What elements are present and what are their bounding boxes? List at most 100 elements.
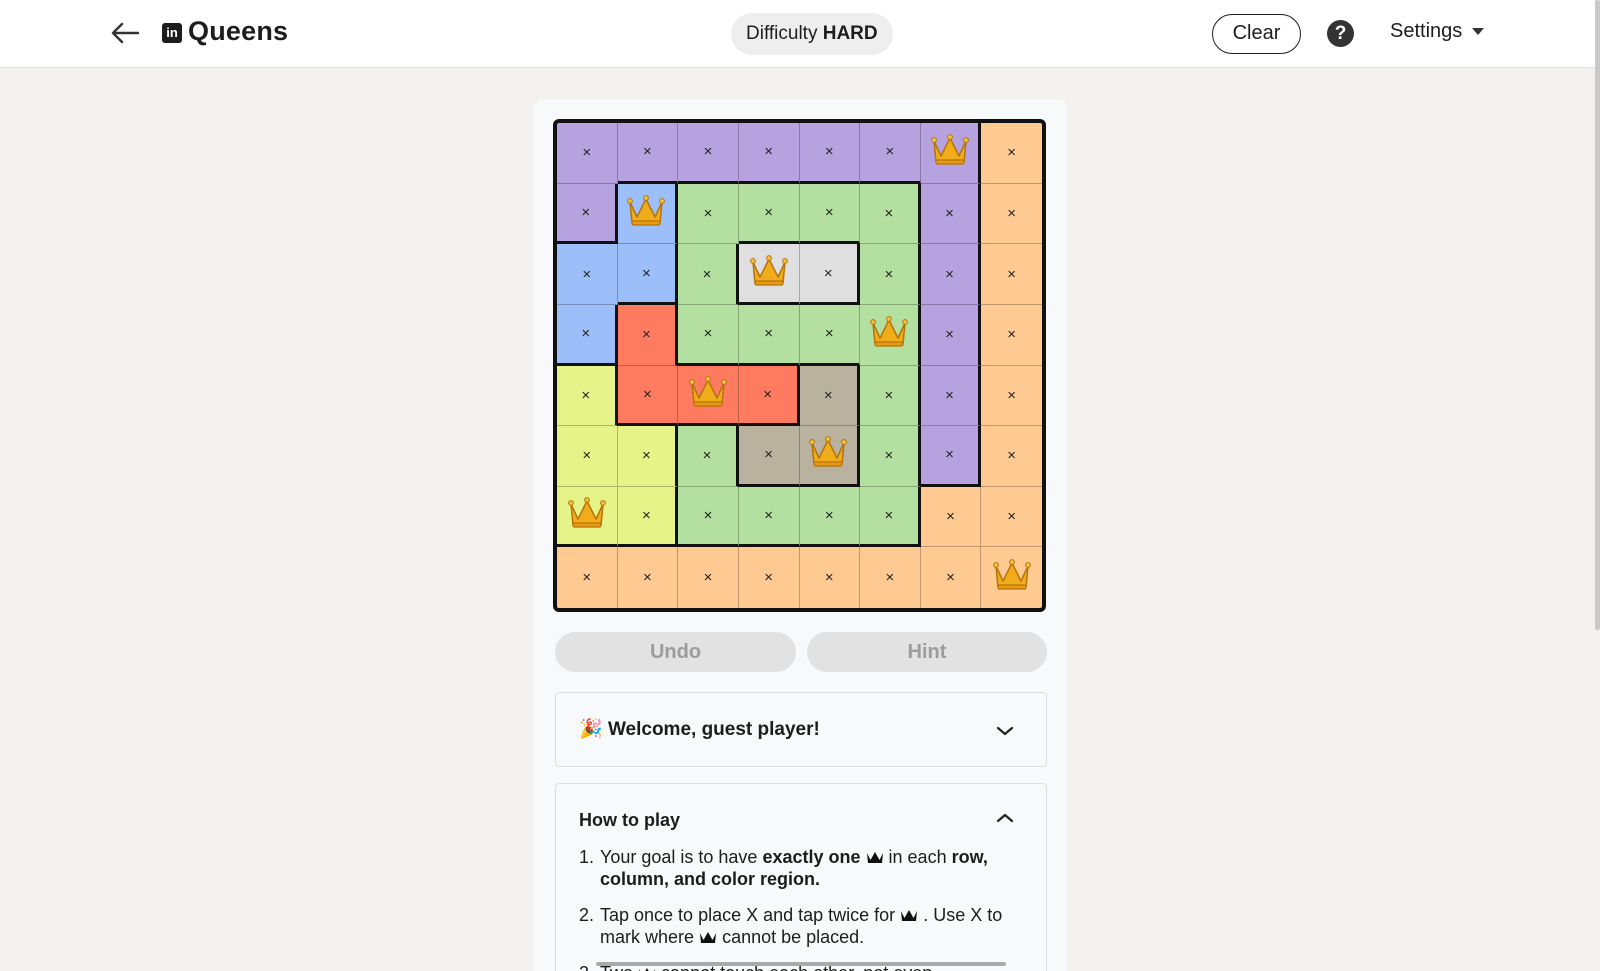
board-cell[interactable]: ×: [738, 426, 800, 487]
board-cell[interactable]: ×: [920, 183, 982, 245]
queen-crown-icon: [808, 434, 848, 475]
rules-list: 1. Your goal is to have exactly one in e…: [579, 846, 1019, 971]
board-cell[interactable]: ×: [920, 426, 982, 487]
x-mark: ×: [946, 569, 955, 587]
board-cell[interactable]: ×: [860, 547, 921, 608]
chevron-down-icon[interactable]: [996, 725, 1014, 737]
board-cell[interactable]: [617, 183, 679, 245]
board-cell[interactable]: ×: [557, 123, 618, 184]
settings-dropdown[interactable]: Settings: [1390, 20, 1485, 43]
board-cell[interactable]: ×: [799, 304, 861, 366]
board-cell[interactable]: [920, 123, 982, 184]
board-cell[interactable]: ×: [860, 183, 921, 245]
board-cell[interactable]: ×: [678, 486, 739, 548]
board-cell[interactable]: ×: [557, 304, 618, 366]
board-cell[interactable]: ×: [860, 123, 921, 184]
x-mark: ×: [884, 507, 894, 525]
welcome-panel[interactable]: 🎉 Welcome, guest player!: [555, 692, 1047, 767]
rule-item: 2. Tap once to place X and tap twice for…: [579, 904, 1019, 948]
board-cell[interactable]: ×: [799, 123, 861, 184]
board-cell[interactable]: ×: [738, 183, 800, 245]
hint-button[interactable]: Hint: [807, 632, 1047, 672]
x-mark: ×: [824, 203, 834, 221]
board-cell[interactable]: ×: [860, 365, 921, 427]
board-cell[interactable]: [678, 365, 739, 427]
board-cell[interactable]: ×: [557, 244, 618, 305]
board-cell[interactable]: ×: [617, 304, 679, 366]
board-cell[interactable]: ×: [920, 365, 982, 427]
queens-board: × × × × × × × × × × × × × × × × × × × × × × × × × × × × × × × × × × × × × × × ×…: [553, 119, 1046, 612]
board-cell[interactable]: [860, 304, 921, 366]
board-cell[interactable]: ×: [799, 244, 861, 305]
board-cell[interactable]: [799, 426, 861, 487]
board-cell[interactable]: ×: [738, 365, 800, 427]
undo-button[interactable]: Undo: [555, 632, 796, 672]
board-cell[interactable]: ×: [557, 365, 618, 427]
board-cell[interactable]: ×: [860, 426, 921, 487]
queen-crown-icon: [992, 557, 1032, 598]
board-cell[interactable]: ×: [678, 426, 739, 487]
board-cell[interactable]: ×: [617, 123, 679, 184]
board-cell[interactable]: ×: [799, 547, 861, 608]
x-mark: ×: [703, 507, 713, 525]
board-cell[interactable]: ×: [738, 547, 800, 608]
x-mark: ×: [1007, 144, 1017, 162]
board-cell[interactable]: [557, 486, 618, 548]
board-cell[interactable]: ×: [981, 365, 1042, 427]
board-cell[interactable]: ×: [799, 183, 861, 245]
board-cell[interactable]: ×: [678, 304, 739, 366]
board-cell[interactable]: ×: [981, 123, 1042, 184]
rule-text: Your goal is to have exactly one in each…: [600, 847, 988, 889]
board-cell[interactable]: ×: [981, 486, 1042, 548]
board-cell[interactable]: ×: [920, 244, 982, 305]
clear-button[interactable]: Clear: [1212, 14, 1301, 54]
board-cell[interactable]: ×: [617, 244, 679, 305]
party-popper-icon: 🎉: [579, 719, 603, 740]
x-mark: ×: [885, 569, 895, 587]
x-mark: ×: [824, 143, 834, 161]
board-cell[interactable]: ×: [617, 426, 679, 487]
scrollbar[interactable]: [1595, 0, 1600, 630]
board-cell[interactable]: ×: [738, 123, 800, 184]
board-cell[interactable]: ×: [799, 486, 861, 548]
board-cell[interactable]: ×: [920, 547, 982, 608]
board-cell[interactable]: ×: [860, 244, 921, 305]
board-cell[interactable]: ×: [799, 365, 861, 427]
chevron-up-icon[interactable]: [996, 812, 1014, 824]
board-cell[interactable]: ×: [981, 426, 1042, 487]
board-cell[interactable]: ×: [678, 123, 739, 184]
crown-icon: [866, 852, 883, 863]
board-cell[interactable]: ×: [981, 244, 1042, 305]
board-cell[interactable]: ×: [557, 426, 618, 487]
x-mark: ×: [703, 325, 713, 343]
board-cell[interactable]: ×: [860, 486, 921, 548]
board-cell[interactable]: ×: [738, 304, 800, 366]
board-cell[interactable]: ×: [617, 547, 679, 608]
queen-crown-icon: [688, 374, 728, 415]
board-cell[interactable]: ×: [920, 304, 982, 366]
rule-item: 1. Your goal is to have exactly one in e…: [579, 846, 1019, 890]
board-cell[interactable]: [981, 547, 1042, 608]
scroll-indicator: [596, 962, 1006, 966]
board-cell[interactable]: ×: [678, 547, 739, 608]
board-cell[interactable]: ×: [738, 486, 800, 548]
x-mark: ×: [824, 325, 834, 343]
board-cell[interactable]: ×: [920, 486, 982, 548]
help-icon[interactable]: ?: [1327, 20, 1354, 47]
how-to-play-panel: How to play 1. Your goal is to have exac…: [555, 783, 1047, 971]
board-cell[interactable]: ×: [557, 547, 618, 608]
board-cell[interactable]: ×: [981, 304, 1042, 366]
x-mark: ×: [823, 264, 833, 282]
back-arrow-icon[interactable]: [108, 16, 142, 50]
x-mark: ×: [946, 508, 955, 526]
board-cell[interactable]: ×: [617, 365, 679, 427]
x-mark: ×: [643, 385, 652, 403]
queen-crown-icon: [567, 495, 607, 536]
board-cell[interactable]: ×: [617, 486, 679, 548]
board-cell[interactable]: ×: [557, 183, 618, 245]
board-cell[interactable]: ×: [678, 183, 739, 245]
x-mark: ×: [703, 143, 713, 161]
board-cell[interactable]: ×: [981, 183, 1042, 245]
board-cell[interactable]: [738, 244, 800, 305]
board-cell[interactable]: ×: [678, 244, 739, 305]
